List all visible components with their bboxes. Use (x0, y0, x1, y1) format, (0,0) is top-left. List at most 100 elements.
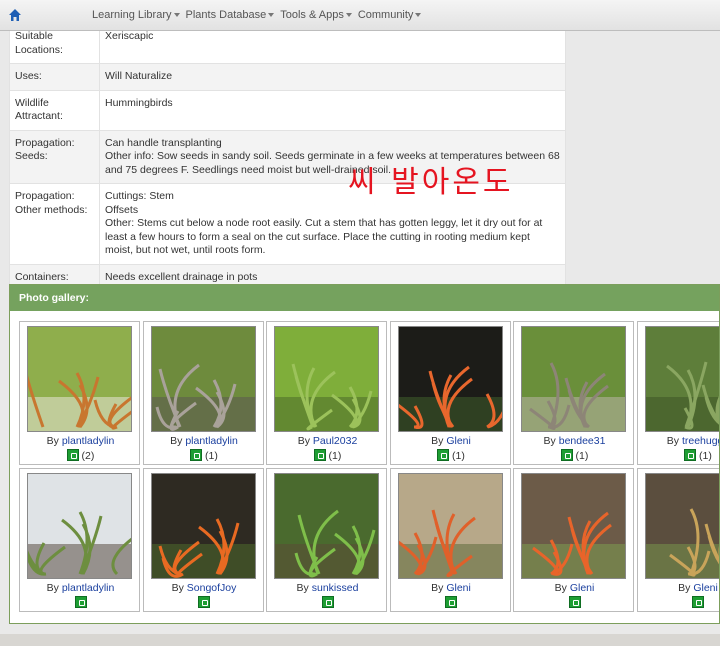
gallery-photo-card[interactable]: By Gleni (636, 468, 720, 612)
plant-photo-image (151, 327, 255, 431)
gallery-photo-card[interactable]: By plantladylin (2) (19, 321, 140, 465)
photographer-link[interactable]: Paul2032 (313, 435, 357, 447)
thumbs-up-icon[interactable] (313, 449, 326, 461)
thumbs-up-icon[interactable] (692, 596, 704, 608)
photo-votes (638, 596, 720, 609)
gallery-photo-card[interactable]: By treehugge (1) (636, 321, 720, 465)
thumbs-up-icon[interactable] (74, 596, 87, 608)
vote-count: (1) (575, 450, 589, 462)
photo-credit: By SongofJoy (144, 582, 265, 594)
gallery-photo-card[interactable]: By sunkissed (266, 468, 387, 612)
photo-credit: By Gleni (638, 582, 720, 594)
attribute-value-line: Will Naturalize (105, 70, 173, 82)
photographer-link[interactable]: Gleni (570, 582, 595, 594)
vote-count: (1) (328, 450, 342, 462)
photo-votes: (2) (20, 449, 141, 462)
thumbs-up-icon[interactable] (66, 449, 79, 461)
by-label: By (46, 582, 59, 594)
gallery-photo-card[interactable]: By SongofJoy (142, 468, 265, 612)
vote-count: (1) (205, 450, 218, 462)
thumbs-up-icon[interactable] (437, 449, 450, 461)
plant-photo-image (28, 474, 131, 578)
plant-photo[interactable] (274, 326, 379, 432)
photographer-link[interactable]: bendee31 (559, 435, 606, 447)
gallery-title: Photo gallery: (10, 285, 719, 311)
thumbs-up-icon[interactable] (684, 449, 697, 461)
thumbs-up-icon[interactable] (568, 596, 581, 608)
photo-credit: By Paul2032 (267, 435, 388, 447)
photographer-link[interactable]: sunkissed (312, 582, 359, 594)
attribute-value: Hummingbirds (99, 89, 566, 131)
by-label: By (431, 582, 444, 594)
photographer-link[interactable]: plantladylin (62, 582, 115, 594)
plant-photo[interactable] (150, 326, 256, 432)
photo-credit: By treehugge (638, 435, 719, 447)
photographer-link[interactable]: treehugge (682, 435, 719, 447)
plant-photo[interactable] (274, 473, 379, 579)
photo-credit: By Gleni (391, 435, 512, 447)
photo-votes: (1) (638, 449, 720, 462)
photo-credit: By plantladylin (144, 435, 265, 447)
plant-photo[interactable] (397, 473, 503, 579)
gallery-photo-card[interactable]: By Gleni (1) (389, 321, 512, 465)
plant-photo[interactable] (644, 326, 719, 432)
attribute-value-line: Xeriscapic (105, 30, 154, 42)
attribute-value-line: Hummingbirds (105, 96, 173, 109)
home-icon[interactable] (8, 8, 22, 22)
by-label: By (666, 435, 680, 447)
attribute-key: Uses: (9, 63, 100, 91)
photo-votes: (1) (514, 449, 635, 462)
photo-votes (514, 596, 635, 609)
plant-photo-image (275, 474, 378, 578)
nav-plants-database[interactable]: Plants Database (186, 9, 275, 21)
photo-gallery: Photo gallery: By plantladylin (2) By pla… (9, 284, 720, 624)
nav-label: Plants Database (185, 9, 267, 21)
plant-photo[interactable] (644, 473, 719, 579)
gallery-photo-card[interactable]: By Gleni (389, 468, 512, 612)
photo-credit: By plantladylin (20, 582, 141, 594)
photo-votes (144, 596, 265, 609)
thumbs-up-icon[interactable] (198, 596, 210, 608)
thumbs-up-icon[interactable] (445, 596, 457, 608)
nav-community[interactable]: Community (358, 9, 422, 21)
plant-photo-image (398, 474, 502, 578)
photo-votes (267, 596, 388, 609)
attribute-key: Propagation: Seeds: (9, 129, 100, 184)
by-label: By (46, 435, 59, 447)
thumbs-up-icon[interactable] (560, 449, 573, 461)
photo-votes: (1) (144, 449, 265, 462)
photo-votes: (1) (267, 449, 388, 462)
plant-photo[interactable] (521, 473, 626, 579)
gallery-photo-card[interactable]: By bendee31 (1) (513, 321, 634, 465)
photographer-link[interactable]: Gleni (693, 582, 718, 594)
gallery-photo-card[interactable]: By Paul2032 (1) (266, 321, 387, 465)
photographer-link[interactable]: SongofJoy (187, 582, 237, 594)
plant-photo[interactable] (521, 326, 626, 432)
plant-photo-image (522, 474, 625, 578)
attribute-value-line: Offsets (105, 203, 139, 216)
vote-count: (1) (699, 450, 712, 462)
plant-photo-image (522, 327, 625, 431)
photographer-link[interactable]: plantladylin (62, 435, 115, 447)
plant-photo[interactable] (27, 326, 132, 432)
photo-credit: By bendee31 (514, 435, 635, 447)
photo-credit: By Gleni (391, 582, 512, 594)
plant-photo-image (275, 327, 378, 431)
by-label: By (297, 435, 310, 447)
gallery-photo-card[interactable]: By Gleni (513, 468, 634, 612)
nav-label: Learning Library (92, 9, 172, 21)
by-label: By (170, 435, 183, 447)
gallery-photo-card[interactable]: By plantladylin (19, 468, 140, 612)
plant-photo[interactable] (397, 326, 503, 432)
nav-tools-apps[interactable]: Tools & Apps (280, 9, 352, 21)
photographer-link[interactable]: Gleni (446, 435, 471, 447)
photographer-link[interactable]: Gleni (446, 582, 471, 594)
thumbs-up-icon[interactable] (190, 449, 203, 461)
gallery-photo-card[interactable]: By plantladylin (1) (142, 321, 265, 465)
plant-photo[interactable] (150, 473, 256, 579)
page-footer-strip (0, 634, 720, 646)
nav-learning-library[interactable]: Learning Library (92, 9, 180, 21)
thumbs-up-icon[interactable] (321, 596, 334, 608)
plant-photo[interactable] (27, 473, 132, 579)
photographer-link[interactable]: plantladylin (185, 435, 238, 447)
